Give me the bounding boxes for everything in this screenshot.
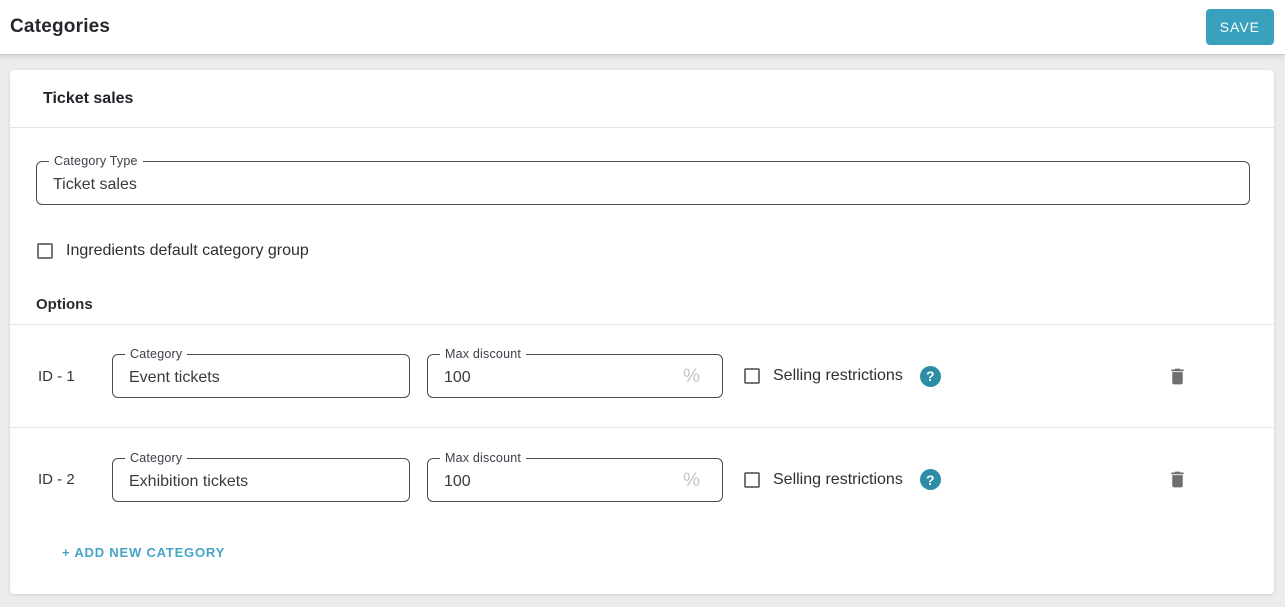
category-type-input[interactable]: [37, 162, 1249, 204]
delete-row-button[interactable]: [1163, 362, 1192, 391]
category-type-field: Category Type: [36, 154, 1250, 205]
max-discount-field: Max discount %: [427, 347, 723, 398]
max-discount-field: Max discount %: [427, 450, 723, 502]
add-row: + ADD NEW CATEGORY: [36, 531, 1250, 562]
options-heading: Options: [36, 296, 93, 313]
page-title: Categories: [10, 16, 111, 37]
category-row-1: ID - 1 Category Max discount % Selling r…: [10, 325, 1274, 428]
app-header: Categories SAVE: [0, 0, 1285, 54]
ingredients-default-checkbox-label: Ingredients default category group: [66, 242, 309, 259]
row-id-label: ID - 2: [38, 471, 75, 488]
ingredients-default-checkbox-row[interactable]: Ingredients default category group: [37, 242, 1250, 260]
category-input[interactable]: [113, 355, 409, 397]
selling-restrictions-checkbox[interactable]: [744, 368, 760, 384]
selling-restrictions-checkbox-row[interactable]: Selling restrictions: [744, 367, 903, 385]
category-input[interactable]: [113, 458, 409, 501]
category-type-label: Category Type: [49, 154, 143, 168]
selling-restrictions-checkbox-row[interactable]: Selling restrictions: [744, 471, 903, 489]
category-row-2: ID - 2 Category Max discount % Selling r…: [36, 428, 1250, 531]
card-body: Category Type Ingredients default catego…: [10, 128, 1274, 562]
category-field-label: Category: [125, 450, 188, 465]
category-field-label: Category: [125, 347, 188, 361]
add-new-category-button[interactable]: + ADD NEW CATEGORY: [62, 545, 225, 560]
max-discount-field-label: Max discount: [440, 347, 527, 361]
category-group-card: Ticket sales Category Type Ingredients d…: [10, 70, 1274, 594]
delete-row-button[interactable]: [1163, 465, 1192, 494]
trash-icon: [1171, 471, 1184, 488]
help-icon[interactable]: ?: [919, 469, 941, 490]
section-title: Ticket sales: [43, 89, 134, 107]
ingredients-default-checkbox[interactable]: [37, 243, 53, 259]
help-icon[interactable]: ?: [919, 365, 941, 387]
save-button[interactable]: SAVE: [1205, 9, 1274, 45]
max-discount-field-label: Max discount: [440, 450, 527, 465]
max-discount-input[interactable]: [428, 458, 722, 501]
selling-restrictions-label: Selling restrictions: [773, 470, 903, 488]
row-id-label: ID - 1: [38, 367, 75, 385]
selling-restrictions-checkbox[interactable]: [744, 471, 760, 488]
selling-restrictions-label: Selling restrictions: [773, 367, 903, 384]
trash-icon: [1171, 368, 1184, 384]
category-field: Category: [112, 347, 410, 398]
card-header: Ticket sales: [10, 70, 1274, 128]
max-discount-input[interactable]: [428, 355, 722, 397]
category-field: Category: [112, 450, 410, 502]
